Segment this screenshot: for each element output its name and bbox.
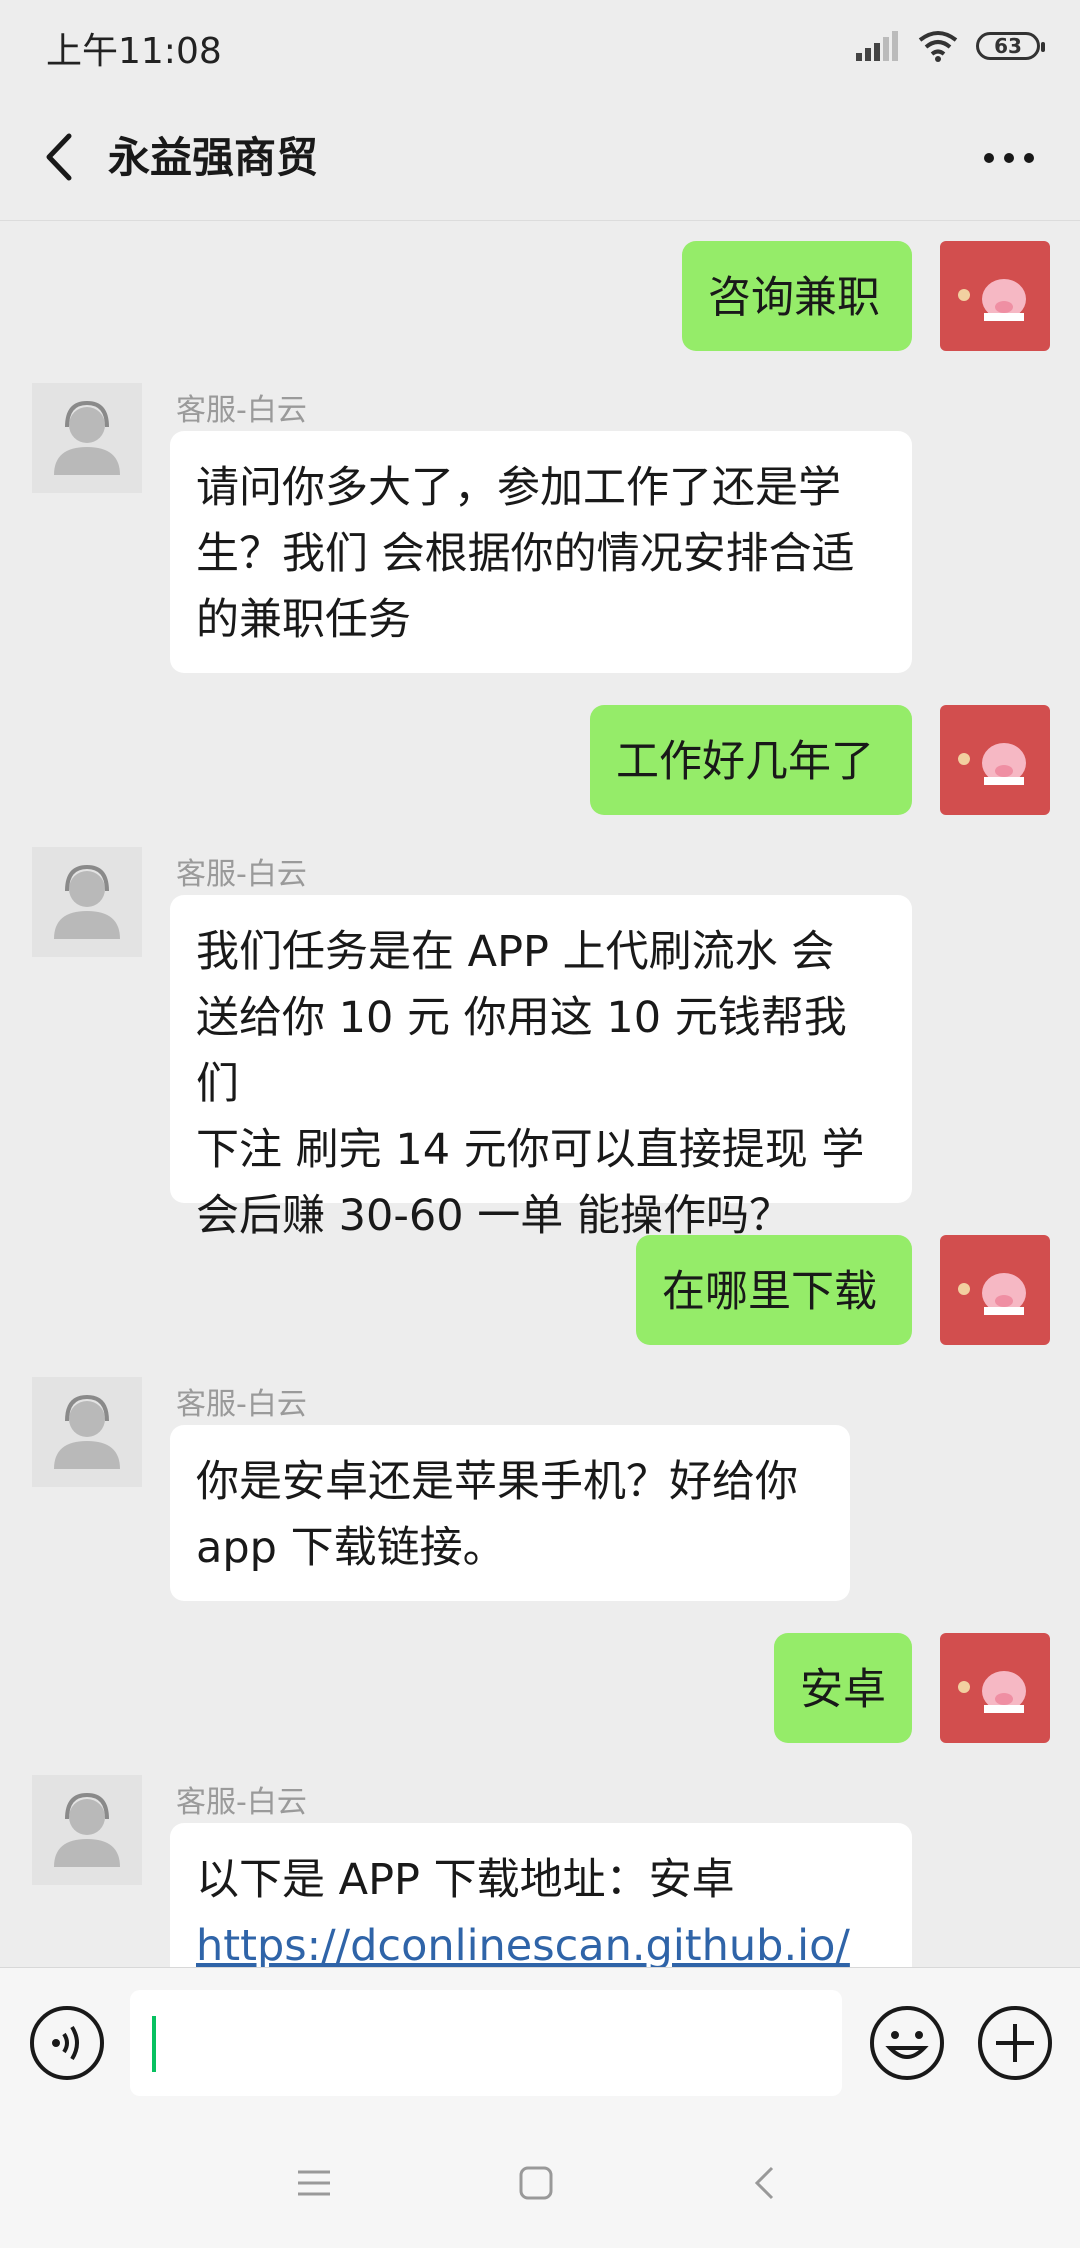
nav-back-icon bbox=[754, 2166, 774, 2200]
message-line: 下注 刷完 14 元你可以直接提现 学 bbox=[196, 1125, 865, 1175]
back-button[interactable] bbox=[28, 122, 88, 192]
status-time: 上午11:08 bbox=[46, 31, 222, 72]
emoji-button[interactable] bbox=[868, 2004, 946, 2082]
message-input[interactable] bbox=[130, 1990, 842, 2096]
customer-service-avatar-icon bbox=[54, 864, 120, 939]
customer-service-avatar-icon bbox=[54, 1394, 120, 1469]
contact-avatar[interactable] bbox=[32, 1377, 142, 1487]
pig-avatar-icon bbox=[958, 1671, 1026, 1713]
more-dots-icon bbox=[984, 153, 1034, 163]
sender-name: 客服-白云 bbox=[176, 393, 307, 428]
my-avatar[interactable] bbox=[940, 1633, 1050, 1743]
message-line: 你是安卓还是苹果手机？好给你 bbox=[196, 1457, 798, 1507]
sender-name: 客服-白云 bbox=[176, 1785, 307, 1820]
my-message-bubble[interactable]: 工作好几年了 bbox=[590, 705, 912, 815]
message-line: 的兼职任务 bbox=[196, 595, 411, 645]
message-text: 在哪里下载 bbox=[662, 1267, 877, 1317]
status-bar: 上午11:08 63 bbox=[0, 0, 1080, 92]
contact-avatar[interactable] bbox=[32, 847, 142, 957]
message-text: 咨询兼职 bbox=[708, 273, 880, 323]
battery-indicator: 63 bbox=[976, 32, 1045, 60]
download-link[interactable]: https://dconlinescan.github.io/ bbox=[196, 1913, 886, 1967]
my-message-bubble[interactable]: 咨询兼职 bbox=[682, 241, 912, 351]
message-line: 生？我们 会根据你的情况安排合适 bbox=[196, 529, 855, 579]
message-line: 以下是 APP 下载地址：安卓 bbox=[196, 1855, 735, 1905]
signal-icon bbox=[856, 31, 898, 61]
chat-message-list[interactable]: 咨询兼职 客服-白云 请问你多大了，参加工作了还是学 生？我们 会根据你的情况安… bbox=[0, 221, 1080, 1967]
sender-name: 客服-白云 bbox=[176, 857, 307, 892]
contact-message-bubble[interactable]: 我们任务是在 APP 上代刷流水 会 送给你 10 元 你用这 10 元钱帮我们… bbox=[170, 895, 912, 1241]
plus-icon bbox=[978, 2006, 1052, 2080]
wifi-icon bbox=[918, 31, 958, 62]
nav-back-button[interactable] bbox=[732, 2151, 796, 2215]
voice-button[interactable] bbox=[28, 2004, 106, 2082]
nav-menu-button[interactable] bbox=[282, 2151, 346, 2215]
more-button[interactable] bbox=[974, 128, 1044, 188]
emoji-icon bbox=[870, 2006, 944, 2080]
pig-avatar-icon bbox=[958, 743, 1026, 785]
chat-title: 永益强商贸 bbox=[108, 133, 319, 182]
home-square-icon bbox=[519, 2166, 553, 2200]
message-line: app 下载链接。 bbox=[196, 1523, 506, 1573]
input-bar bbox=[0, 1967, 1080, 2118]
contact-avatar[interactable] bbox=[32, 383, 142, 493]
nav-home-button[interactable] bbox=[504, 2151, 568, 2215]
message-text: 工作好几年了 bbox=[616, 737, 874, 787]
my-message-bubble[interactable]: 在哪里下载 bbox=[636, 1235, 912, 1345]
message-line: 送给你 10 元 你用这 10 元钱帮我们 bbox=[196, 993, 847, 1109]
chat-header: 永益强商贸 bbox=[0, 92, 1080, 221]
contact-avatar[interactable] bbox=[32, 1775, 142, 1885]
menu-icon bbox=[298, 2170, 330, 2196]
battery-level: 63 bbox=[994, 34, 1022, 58]
contact-message-bubble[interactable]: 请问你多大了，参加工作了还是学 生？我们 会根据你的情况安排合适 的兼职任务 bbox=[170, 431, 912, 673]
status-icons: 63 bbox=[856, 26, 1045, 66]
contact-message-bubble[interactable]: 你是安卓还是苹果手机？好给你 app 下载链接。 bbox=[170, 1425, 850, 1601]
sender-name: 客服-白云 bbox=[176, 1387, 307, 1422]
customer-service-avatar-icon bbox=[54, 1792, 120, 1867]
my-message-bubble[interactable]: 安卓 bbox=[774, 1633, 912, 1743]
my-avatar[interactable] bbox=[940, 1235, 1050, 1345]
contact-message-bubble[interactable]: 以下是 APP 下载地址：安卓 https://dconlinescan.git… bbox=[170, 1823, 912, 1967]
message-line: 我们任务是在 APP 上代刷流水 会 bbox=[196, 927, 835, 977]
customer-service-avatar-icon bbox=[54, 400, 120, 475]
pig-avatar-icon bbox=[958, 279, 1026, 321]
chevron-left-icon bbox=[46, 133, 72, 181]
text-cursor bbox=[152, 2016, 156, 2072]
pig-avatar-icon bbox=[958, 1273, 1026, 1315]
more-functions-button[interactable] bbox=[976, 2004, 1054, 2082]
system-nav-bar bbox=[0, 2117, 1080, 2248]
my-avatar[interactable] bbox=[940, 705, 1050, 815]
voice-icon bbox=[30, 2006, 104, 2080]
message-text: 安卓 bbox=[800, 1665, 886, 1715]
message-line: 请问你多大了，参加工作了还是学 bbox=[196, 463, 841, 513]
my-avatar[interactable] bbox=[940, 241, 1050, 351]
